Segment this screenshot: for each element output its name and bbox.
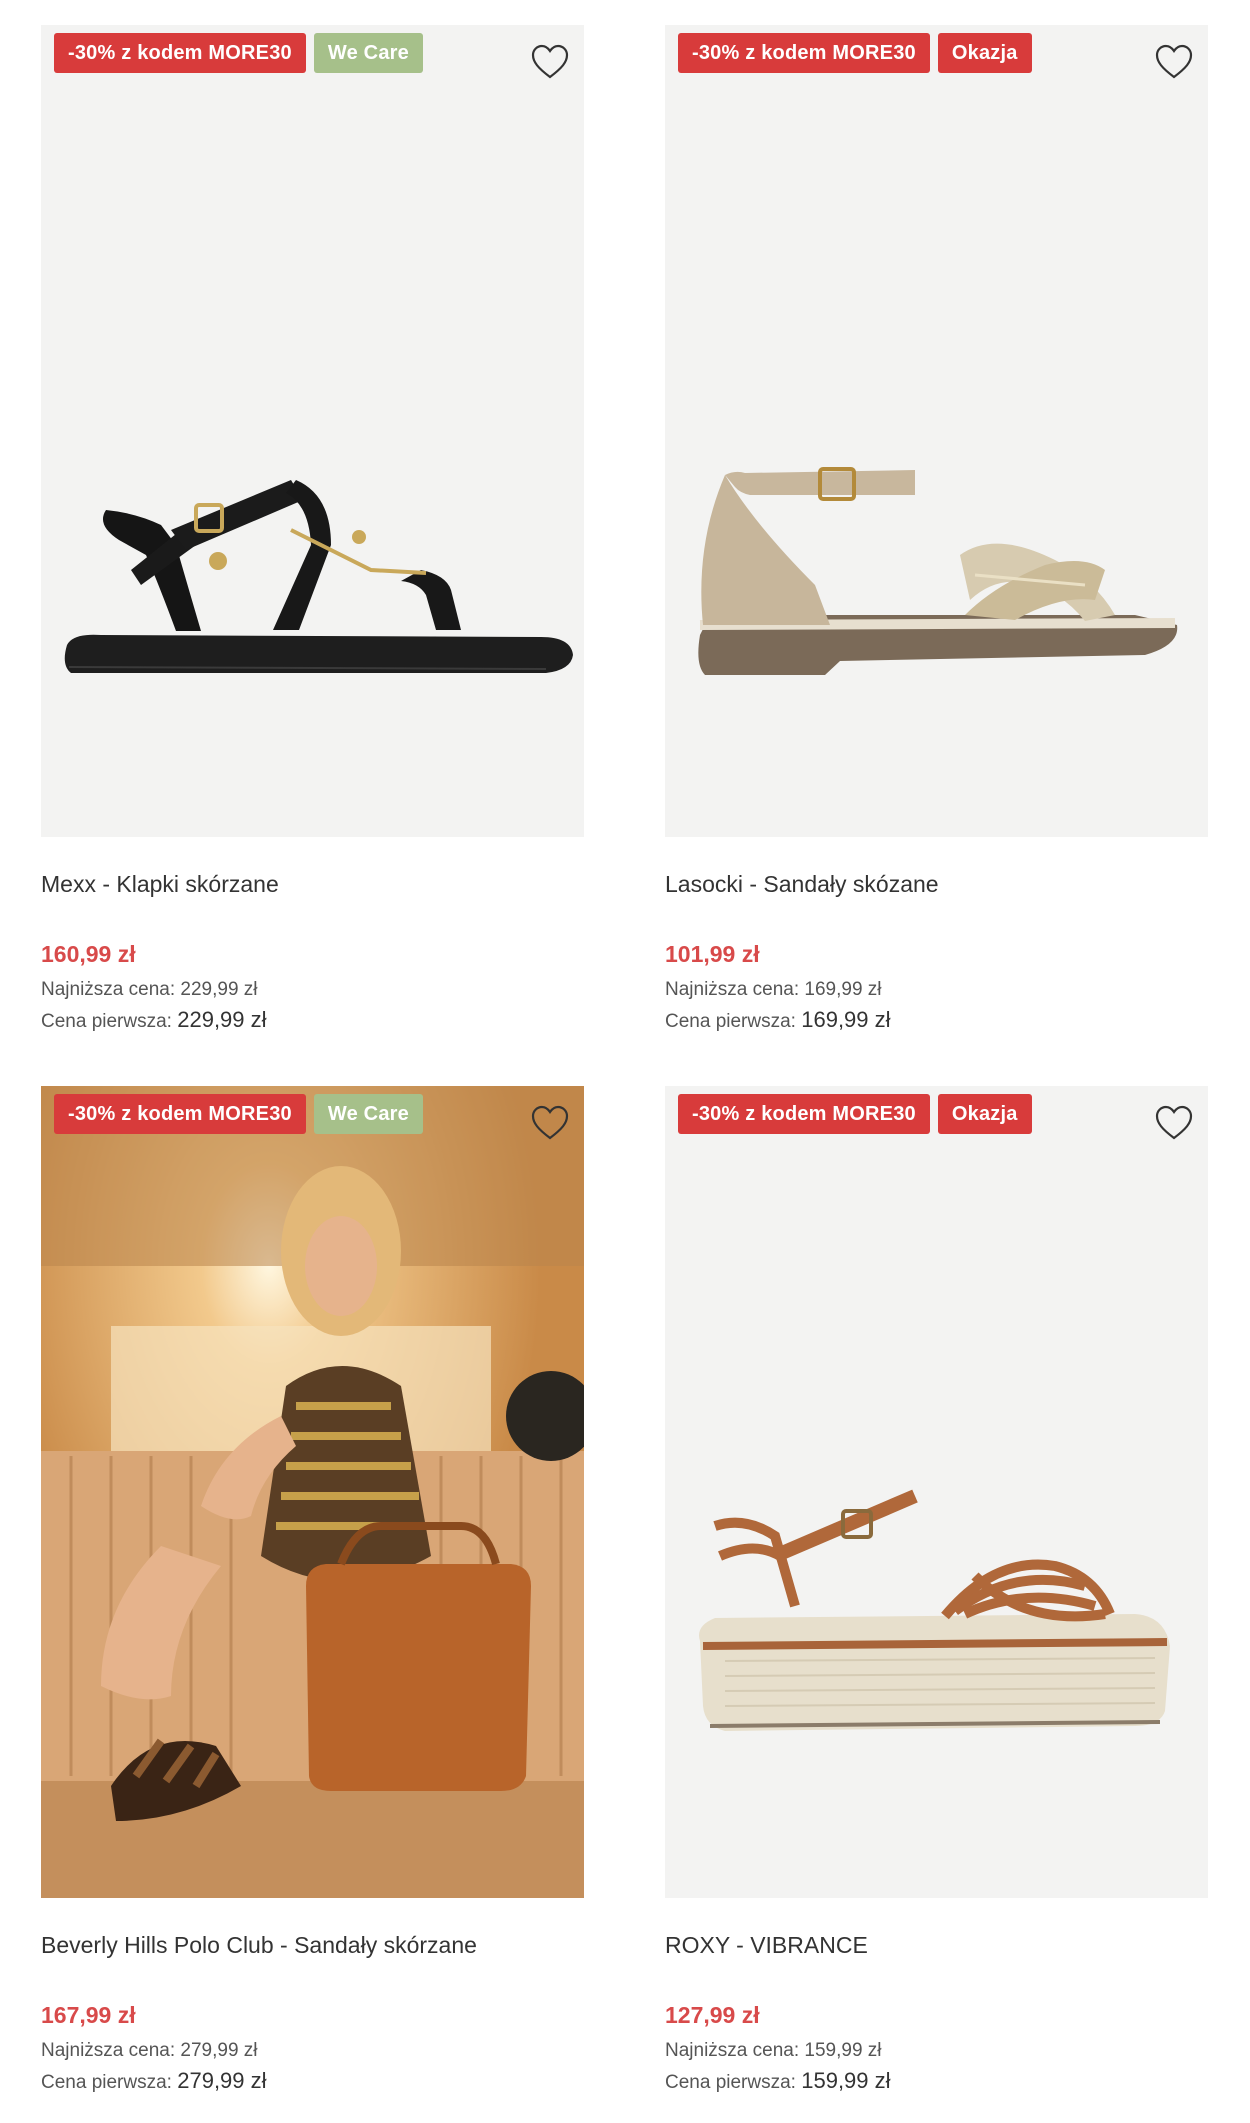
heart-outline-icon (1155, 1105, 1193, 1140)
first-price-value: 229,99 zł (177, 1007, 267, 1032)
product-card[interactable]: -30% z kodem MORE30 We Care Mexx - Klapk… (41, 25, 584, 1035)
first-price-line: Cena pierwsza: 279,99 zł (41, 2066, 584, 2096)
first-price-value: 169,99 zł (801, 1007, 891, 1032)
first-price-label: Cena pierwsza: (665, 1011, 796, 1032)
product-card[interactable]: -30% z kodem MORE30 We Care Beverly Hill… (41, 1086, 584, 2096)
lowest-price-label: Najniższa cena: (41, 2040, 176, 2061)
product-image-area[interactable]: -30% z kodem MORE30 Okazja (665, 25, 1208, 837)
wishlist-button[interactable] (1154, 43, 1194, 81)
product-name[interactable]: Mexx - Klapki skórzane (41, 869, 584, 899)
product-name[interactable]: Beverly Hills Polo Club - Sandały skórza… (41, 1930, 584, 1960)
product-name[interactable]: Lasocki - Sandały skózane (665, 869, 1208, 899)
first-price-line: Cena pierwsza: 169,99 zł (665, 1005, 1208, 1035)
lowest-price-line: Najniższa cena: 229,99 zł (41, 975, 584, 1005)
badge-group: -30% z kodem MORE30 Okazja (678, 33, 1032, 73)
first-price-label: Cena pierwsza: (41, 2072, 172, 2093)
badge-group: -30% z kodem MORE30 Okazja (678, 1094, 1032, 1134)
badge-group: -30% z kodem MORE30 We Care (54, 1094, 423, 1134)
lowest-price-value: 169,99 zł (804, 979, 882, 1000)
product-price: 160,99 zł (41, 941, 136, 967)
product-price: 167,99 zł (41, 2002, 136, 2028)
lowest-price-line: Najniższa cena: 159,99 zł (665, 2036, 1208, 2066)
lowest-price-value: 159,99 zł (804, 2040, 882, 2061)
promo-code-badge: -30% z kodem MORE30 (54, 33, 306, 73)
wishlist-button[interactable] (530, 1104, 570, 1142)
first-price-line: Cena pierwsza: 229,99 zł (41, 1005, 584, 1035)
product-image-area[interactable]: -30% z kodem MORE30 Okazja (665, 1086, 1208, 1898)
product-price: 127,99 zł (665, 2002, 760, 2028)
promo-code-badge: -30% z kodem MORE30 (678, 1094, 930, 1134)
we-care-badge: We Care (313, 33, 423, 73)
okazja-badge: Okazja (937, 1094, 1032, 1134)
heart-outline-icon (1155, 44, 1193, 79)
promo-code-badge: -30% z kodem MORE30 (678, 33, 930, 73)
heart-outline-icon (531, 44, 569, 79)
first-price-label: Cena pierwsza: (665, 2072, 796, 2093)
product-image[interactable] (41, 1086, 584, 1898)
product-image[interactable] (665, 1086, 1208, 1898)
product-card[interactable]: -30% z kodem MORE30 Okazja ROXY - VIBRAN… (665, 1086, 1208, 2096)
lowest-price-label: Najniższa cena: (665, 2040, 800, 2061)
lowest-price-value: 279,99 zł (180, 2040, 258, 2061)
lowest-price-line: Najniższa cena: 169,99 zł (665, 975, 1208, 1005)
wishlist-button[interactable] (530, 43, 570, 81)
lowest-price-label: Najniższa cena: (665, 979, 800, 1000)
product-card[interactable]: -30% z kodem MORE30 Okazja Lasocki - San… (665, 25, 1208, 1035)
product-price: 101,99 zł (665, 941, 760, 967)
heart-outline-icon (531, 1105, 569, 1140)
okazja-badge: Okazja (937, 33, 1032, 73)
product-image[interactable] (665, 25, 1208, 837)
product-image-area[interactable]: -30% z kodem MORE30 We Care (41, 25, 584, 837)
promo-code-badge: -30% z kodem MORE30 (54, 1094, 306, 1134)
first-price-line: Cena pierwsza: 159,99 zł (665, 2066, 1208, 2096)
lowest-price-value: 229,99 zł (180, 979, 258, 1000)
first-price-label: Cena pierwsza: (41, 1011, 172, 1032)
lowest-price-line: Najniższa cena: 279,99 zł (41, 2036, 584, 2066)
we-care-badge: We Care (313, 1094, 423, 1134)
wishlist-button[interactable] (1154, 1104, 1194, 1142)
product-image[interactable] (41, 25, 584, 837)
first-price-value: 159,99 zł (801, 2068, 891, 2093)
product-name[interactable]: ROXY - VIBRANCE (665, 1930, 1208, 1960)
badge-group: -30% z kodem MORE30 We Care (54, 33, 423, 73)
first-price-value: 279,99 zł (177, 2068, 267, 2093)
lowest-price-label: Najniższa cena: (41, 979, 176, 1000)
product-image-area[interactable]: -30% z kodem MORE30 We Care (41, 1086, 584, 1898)
